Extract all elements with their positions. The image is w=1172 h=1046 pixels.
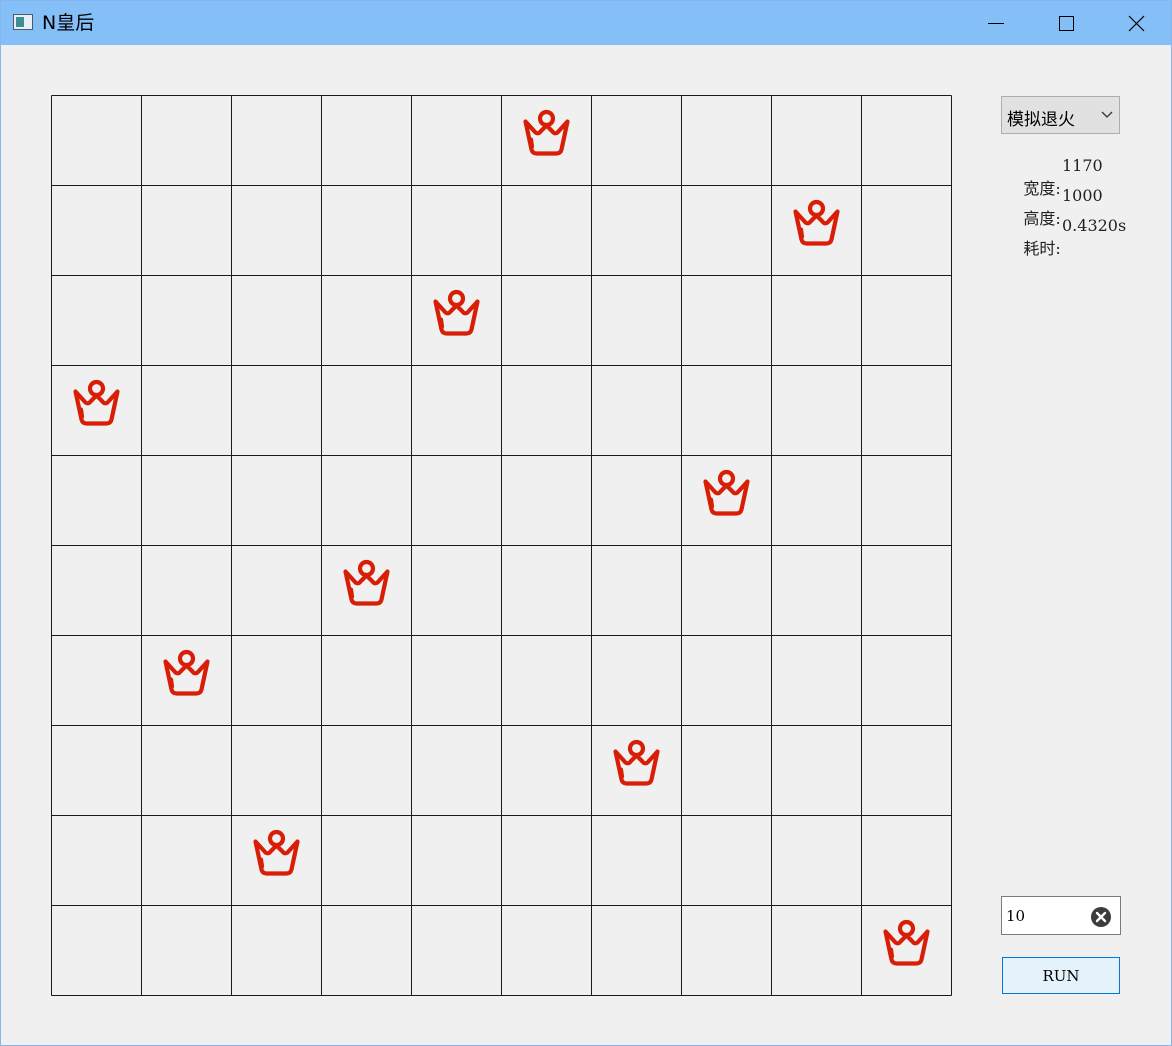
info-time: 耗时: 0.4320s	[1003, 216, 1126, 297]
app-icon	[13, 14, 33, 30]
crown-icon	[343, 559, 390, 606]
n-input-value: 10	[1006, 907, 1026, 925]
crown-icon	[793, 199, 840, 246]
run-button-label: RUN	[1042, 967, 1080, 985]
chess-board	[51, 95, 952, 996]
close-button[interactable]	[1101, 1, 1171, 45]
app-window: N皇后 模拟退火 宽度: 1170 高度: 1000 耗时: 0.4320s 1…	[0, 0, 1172, 1046]
minimize-icon	[988, 23, 1004, 24]
chevron-down-icon	[1101, 111, 1113, 118]
crown-icon	[883, 919, 930, 966]
time-label: 耗时:	[1023, 239, 1061, 258]
maximize-icon	[1059, 16, 1074, 31]
height-value: 1000	[1062, 186, 1103, 205]
crown-icon	[433, 289, 480, 336]
board-canvas	[51, 95, 952, 996]
crown-icon	[703, 469, 750, 516]
n-input[interactable]: 10	[1001, 896, 1121, 935]
clear-icon[interactable]	[1090, 906, 1112, 928]
maximize-button[interactable]	[1031, 1, 1101, 45]
crown-icon	[613, 739, 660, 786]
algorithm-select-value: 模拟退火	[1007, 110, 1075, 130]
close-icon	[1128, 15, 1145, 32]
minimize-button[interactable]	[961, 1, 1031, 45]
crown-icon	[523, 109, 570, 156]
title-bar: N皇后	[1, 1, 1171, 45]
crown-icon	[163, 649, 210, 696]
run-button[interactable]: RUN	[1002, 957, 1120, 994]
window-title: N皇后	[42, 12, 95, 34]
crown-icon	[73, 379, 120, 426]
crown-icon	[253, 829, 300, 876]
algorithm-select[interactable]: 模拟退火	[1001, 96, 1120, 134]
width-value: 1170	[1062, 156, 1103, 175]
time-value: 0.4320s	[1062, 216, 1127, 235]
